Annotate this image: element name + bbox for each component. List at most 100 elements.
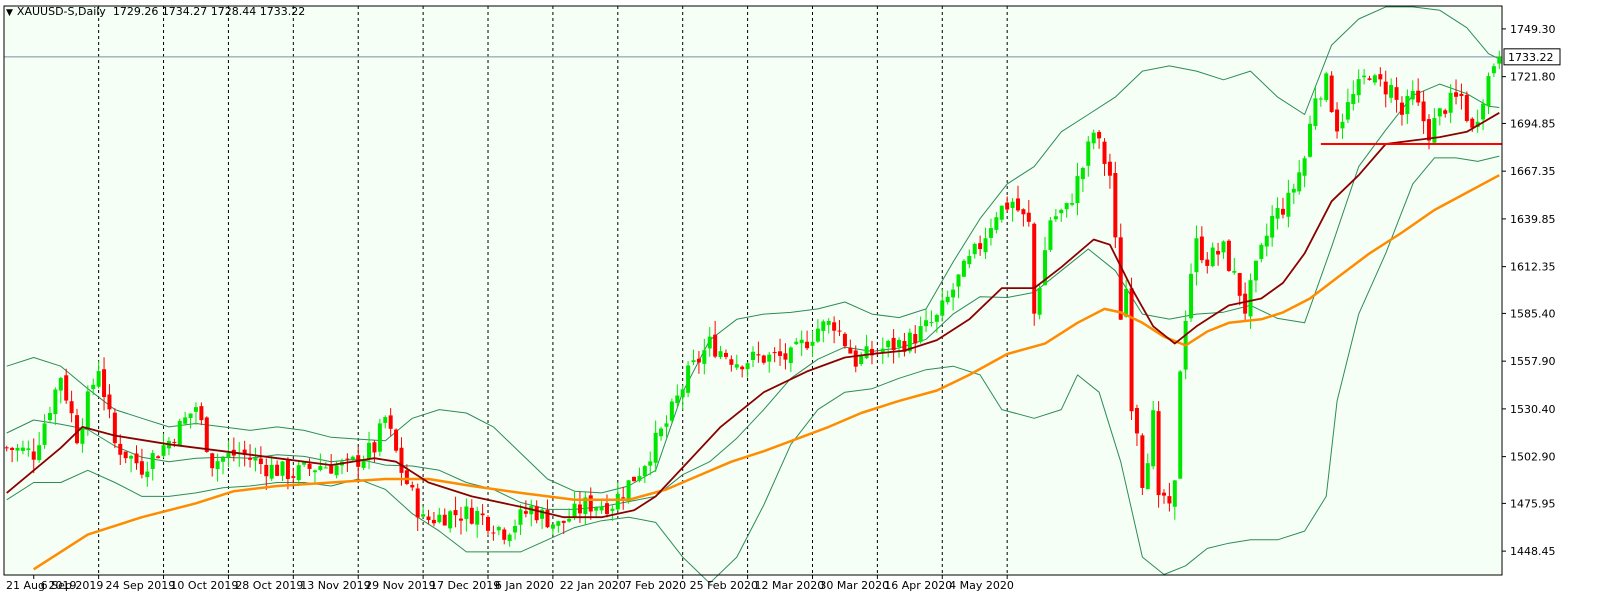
candle-body	[367, 442, 372, 460]
candle	[1118, 223, 1123, 320]
candle-body	[588, 495, 593, 512]
candle-body	[702, 350, 707, 364]
candle-body	[377, 423, 382, 452]
candle-body	[253, 458, 258, 461]
candle-body	[312, 470, 317, 473]
candle-body	[826, 320, 831, 325]
candle-body	[323, 467, 328, 469]
candle	[686, 361, 691, 398]
y-tick-label: 1585.40	[1510, 307, 1556, 320]
candle	[1178, 370, 1183, 479]
candle-body	[26, 448, 31, 450]
candle-body	[1248, 280, 1253, 317]
candle-body	[345, 458, 350, 460]
y-tick-label: 1448.45	[1510, 545, 1556, 558]
candle-body	[383, 417, 388, 423]
y-tick-label: 1530.40	[1510, 403, 1556, 416]
candle-body	[80, 427, 85, 444]
candle-body	[410, 485, 415, 488]
candle-body	[718, 351, 723, 358]
candle-body	[442, 514, 447, 526]
candle-body	[1113, 173, 1118, 238]
candle-body	[150, 453, 155, 469]
x-tick-label: 28 Oct 2019	[235, 579, 303, 592]
candle-body	[707, 336, 712, 349]
candle-body	[810, 341, 815, 346]
candle	[1156, 401, 1161, 508]
candle-body	[296, 465, 301, 481]
candle-body	[1270, 215, 1275, 238]
candle-body	[491, 532, 496, 534]
candle-body	[1194, 238, 1199, 273]
price-chart[interactable]: 1749.30 1721.80 1694.85 1667.35 1639.85 1612.…	[0, 0, 1606, 612]
candle-body	[1416, 90, 1421, 103]
y-tick-label: 1502.90	[1510, 451, 1556, 464]
y-tick-label: 1667.35	[1510, 165, 1556, 178]
candle-body	[96, 371, 101, 387]
candle-body	[788, 347, 793, 364]
candle-body	[1432, 118, 1437, 143]
candle-body	[859, 355, 864, 365]
candle-body	[664, 423, 669, 427]
candle-body	[1243, 293, 1248, 314]
candle-body	[1124, 288, 1129, 317]
candle-body	[751, 351, 755, 361]
candle-body	[934, 315, 939, 322]
candle-body	[637, 476, 642, 481]
candle-body	[1118, 237, 1123, 320]
candle-body	[1454, 92, 1459, 97]
candle-body	[978, 243, 983, 250]
x-tick-label: 7 Feb 2020	[625, 579, 686, 592]
candle-body	[799, 339, 804, 344]
candle-body	[507, 534, 512, 541]
candle-body	[1172, 480, 1177, 507]
candle-body	[248, 457, 253, 460]
candle-body	[842, 333, 847, 347]
candle-body	[577, 504, 582, 514]
candle-body	[821, 321, 826, 331]
candle-body	[642, 466, 647, 477]
candle-body	[967, 255, 972, 265]
candle-body	[31, 451, 36, 460]
candle-body	[415, 488, 420, 518]
candle-body	[496, 527, 501, 531]
candle-body	[1178, 371, 1183, 479]
dropdown-triangle-icon[interactable]: ▼	[6, 8, 13, 18]
y-tick-label: 1612.35	[1510, 261, 1556, 274]
candle-body	[264, 464, 269, 477]
candle-body	[913, 334, 918, 344]
candle-body	[778, 351, 783, 356]
candle-body	[37, 445, 42, 461]
candle-body	[848, 347, 853, 354]
candle-body	[1324, 73, 1329, 100]
candle-body	[1102, 141, 1107, 164]
candle	[394, 428, 399, 453]
candle-body	[610, 508, 615, 511]
candle-body	[1405, 96, 1410, 114]
candle-body	[275, 464, 280, 476]
candle-body	[1129, 288, 1134, 412]
current-price-tag: 1733.22	[1503, 48, 1561, 66]
candle-body	[523, 511, 528, 514]
candle-body	[183, 417, 188, 424]
candle-body	[626, 480, 631, 502]
candle-body	[285, 460, 290, 479]
candle-body	[91, 384, 96, 390]
y-tick-label: 1639.85	[1510, 213, 1556, 226]
x-tick-label: 24 Sep 2019	[106, 579, 176, 592]
candle-body	[891, 337, 896, 351]
candle-body	[102, 369, 107, 398]
candle	[669, 398, 674, 424]
y-tick-label: 1694.85	[1510, 117, 1556, 130]
candle-body	[388, 415, 393, 429]
candle	[204, 416, 209, 453]
candle	[1464, 91, 1469, 123]
candle-body	[1335, 109, 1340, 132]
candle-body	[1318, 98, 1323, 100]
candle-body	[1345, 102, 1350, 120]
candle-body	[53, 389, 58, 415]
candle-body	[15, 447, 20, 451]
candle-body	[58, 377, 63, 391]
candle-body	[599, 506, 604, 511]
candle-body	[940, 300, 945, 316]
